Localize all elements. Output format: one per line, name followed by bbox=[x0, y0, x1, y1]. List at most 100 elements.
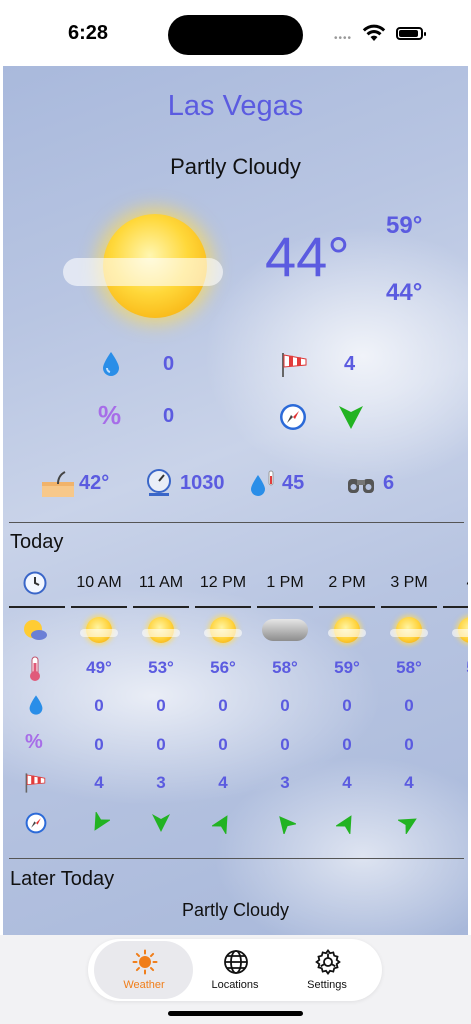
skin-feels-like-icon bbox=[42, 471, 74, 497]
precipitation-value: 0 bbox=[163, 353, 175, 375]
partly-sunny-icon bbox=[390, 617, 428, 643]
today-section-title: Today bbox=[10, 531, 64, 553]
wind-speed-value: 4 bbox=[344, 353, 356, 375]
raindrop-icon bbox=[103, 352, 119, 376]
hour-wind-speed: 3 bbox=[280, 773, 290, 792]
wind-direction-arrow-icon bbox=[212, 815, 228, 834]
hour-label: 10 AM bbox=[76, 574, 122, 591]
hour-temperature: 49° bbox=[86, 658, 112, 677]
hour-wind-speed: 4 bbox=[404, 773, 414, 792]
partly-sunny-icon bbox=[204, 617, 242, 643]
hour-precipitation: 0 bbox=[218, 696, 228, 715]
status-bar: 6:28 •••• bbox=[0, 0, 471, 66]
home-indicator bbox=[168, 1011, 303, 1016]
thermometer-icon bbox=[30, 656, 40, 681]
current-temperature: 44° bbox=[265, 225, 350, 288]
city-name: Las Vegas bbox=[167, 90, 304, 122]
partly-sunny-icon bbox=[452, 617, 468, 643]
status-time: 6:28 bbox=[68, 22, 109, 44]
tab-settings[interactable]: Settings bbox=[277, 939, 377, 1001]
wind-direction-arrow-icon bbox=[94, 812, 110, 831]
hour-wind-speed: 4 bbox=[218, 773, 228, 792]
partly-sunny-icon bbox=[80, 617, 118, 643]
wind-direction-arrow-icon bbox=[336, 815, 352, 834]
later-today-title: Later Today bbox=[10, 868, 115, 890]
later-today-condition: Partly Cloudy bbox=[181, 900, 290, 920]
hour-precip-chance: 0 bbox=[94, 735, 104, 754]
binoculars-icon bbox=[348, 479, 374, 493]
pressure-value: 1030 bbox=[180, 472, 225, 494]
hour-header-underline bbox=[71, 606, 127, 608]
visibility-value: 6 bbox=[383, 472, 395, 494]
signal-dots: •••• bbox=[334, 33, 353, 44]
hour-temperature: 53° bbox=[148, 658, 174, 677]
hour-precipitation: 0 bbox=[342, 696, 352, 715]
low-temperature: 44° bbox=[386, 279, 423, 306]
hour-label: 4 bbox=[442, 574, 468, 592]
raindrop-icon bbox=[29, 695, 43, 715]
hour-precipitation: 0 bbox=[404, 696, 414, 715]
wind-direction-arrow-icon bbox=[398, 818, 417, 834]
wifi-icon bbox=[362, 24, 386, 41]
hour-label: 2 PM bbox=[328, 574, 366, 591]
wind-direction-arrow-icon bbox=[152, 814, 170, 832]
windsock-icon bbox=[25, 773, 46, 793]
hour-header-underline bbox=[9, 606, 65, 608]
high-temperature: 59° bbox=[386, 212, 423, 239]
hour-label: 12 PM bbox=[199, 574, 247, 591]
dynamic-island bbox=[168, 15, 303, 55]
section-divider bbox=[9, 858, 464, 859]
hour-header-underline bbox=[319, 606, 375, 608]
current-condition: Partly Cloudy bbox=[170, 154, 301, 179]
windsock-icon bbox=[282, 353, 307, 377]
hour-wind-speed: 3 bbox=[156, 773, 166, 792]
clock-icon bbox=[23, 571, 47, 595]
hour-temperature: 58° bbox=[396, 658, 422, 677]
hour-precip-chance: 0 bbox=[404, 735, 414, 754]
globe-icon bbox=[224, 950, 248, 974]
pressure-gauge-icon bbox=[147, 469, 171, 496]
feels-like-value: 42° bbox=[79, 472, 110, 494]
hour-precip-chance: 0 bbox=[342, 735, 352, 754]
hour-label: 3 PM bbox=[390, 574, 428, 591]
hour-precip-chance: 0 bbox=[280, 735, 290, 754]
wind-direction-arrow-icon bbox=[279, 816, 296, 834]
battery-icon bbox=[396, 27, 426, 40]
compass-icon bbox=[280, 404, 306, 430]
hour-precipitation: 0 bbox=[280, 696, 290, 715]
tab-locations-label: Locations bbox=[211, 979, 259, 991]
cloudy-icon bbox=[262, 619, 308, 641]
partly-cloudy-cloud-icon bbox=[63, 258, 223, 286]
percent-icon: % bbox=[98, 400, 122, 430]
hour-label: 1 PM bbox=[266, 574, 304, 591]
tab-weather[interactable]: Weather bbox=[94, 939, 194, 1001]
hour-temperature: 56° bbox=[210, 658, 236, 677]
sun-icon bbox=[132, 949, 158, 975]
compass-icon bbox=[25, 812, 47, 834]
hour-header-underline bbox=[381, 606, 437, 608]
dew-point-value: 45 bbox=[282, 472, 305, 494]
hour-label: 11 AM bbox=[138, 574, 184, 591]
hour-temperature: 5 bbox=[442, 658, 468, 678]
hour-precipitation: 0 bbox=[94, 696, 104, 715]
precipitation-chance-value: 0 bbox=[163, 405, 175, 427]
percent-icon: % bbox=[25, 731, 43, 753]
tab-locations[interactable]: Locations bbox=[185, 939, 285, 1001]
wind-direction-arrow-icon bbox=[339, 406, 363, 429]
dew-point-icon bbox=[251, 470, 274, 496]
hour-temperature: 58° bbox=[272, 658, 298, 677]
hour-temperature: 59° bbox=[334, 658, 360, 677]
hour-header-underline bbox=[195, 606, 251, 608]
hour-precipitation: 0 bbox=[156, 696, 166, 715]
partly-sunny-icon bbox=[328, 617, 366, 643]
hour-wind-speed: 4 bbox=[342, 773, 352, 792]
sun-cloud-moon-icon bbox=[24, 620, 47, 640]
tab-settings-label: Settings bbox=[307, 979, 347, 991]
tab-weather-label: Weather bbox=[123, 979, 165, 991]
hour-header-underline bbox=[133, 606, 189, 608]
hour-header-underline bbox=[443, 606, 468, 608]
hour-precip-chance: 0 bbox=[218, 735, 228, 754]
hour-wind-speed: 4 bbox=[94, 773, 104, 792]
hour-precip-chance: 0 bbox=[156, 735, 166, 754]
gear-icon bbox=[315, 949, 341, 975]
